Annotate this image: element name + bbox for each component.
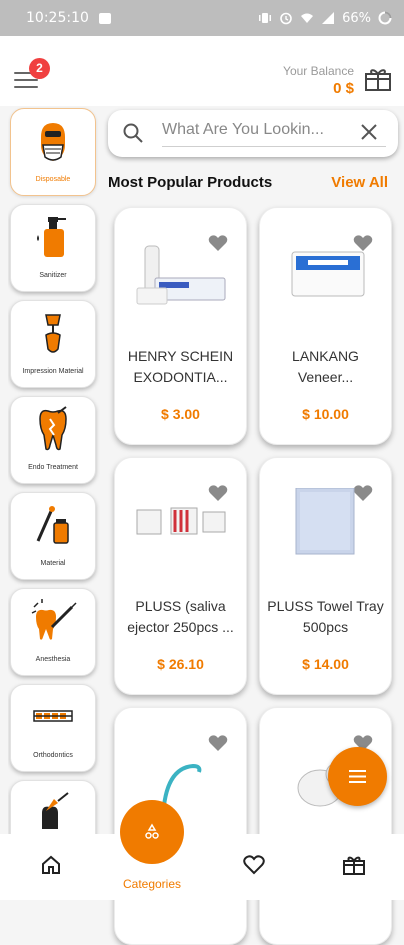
categories-button[interactable] bbox=[120, 800, 184, 864]
tooth-icon bbox=[39, 406, 67, 451]
menu-fab-button[interactable] bbox=[328, 747, 387, 806]
impression-icon bbox=[45, 314, 61, 353]
product-price: $ 14.00 bbox=[302, 656, 349, 672]
sanitizer-icon bbox=[37, 217, 66, 257]
product-price: $ 10.00 bbox=[302, 406, 349, 422]
product-image bbox=[136, 245, 226, 305]
close-icon[interactable] bbox=[360, 123, 378, 141]
product-price: $ 26.10 bbox=[157, 656, 204, 672]
product-price: $ 3.00 bbox=[161, 406, 200, 422]
gift-icon[interactable] bbox=[364, 66, 392, 92]
product-name: PLUSS Towel Tray 500pcs bbox=[267, 598, 384, 635]
battery-percent: 66% bbox=[342, 10, 371, 26]
gift-icon[interactable] bbox=[342, 854, 366, 876]
search-bar bbox=[108, 110, 398, 157]
search-icon[interactable] bbox=[122, 122, 144, 144]
product-card[interactable]: PLUSS (saliva ejector 250pcs ... $ 26.10 bbox=[114, 457, 247, 695]
product-card[interactable]: PLUSS Towel Tray 500pcs $ 14.00 bbox=[259, 457, 392, 695]
category-label: Disposable bbox=[35, 176, 71, 183]
categories-label[interactable]: Categories bbox=[120, 877, 184, 891]
tooth-tool-icon bbox=[42, 792, 69, 829]
search-input[interactable] bbox=[162, 116, 350, 144]
category-endo-treatment[interactable]: Endo Treatment bbox=[10, 396, 96, 484]
vibrate-icon bbox=[259, 13, 272, 23]
material-icon bbox=[36, 506, 69, 544]
product-name: HENRY SCHEIN EXODONTIA... bbox=[127, 348, 234, 385]
category-orthodontics[interactable]: Orthodontics bbox=[10, 684, 96, 772]
syringe-icon bbox=[31, 599, 77, 640]
categories-icon bbox=[145, 823, 159, 839]
balance-label: Your Balance bbox=[283, 64, 354, 78]
braces-icon bbox=[33, 710, 73, 722]
list-icon bbox=[349, 770, 366, 783]
category-label: Sanitizer bbox=[39, 272, 67, 279]
status-time: 10:25:10 bbox=[26, 10, 89, 26]
status-bar: 10:25:10 66% bbox=[0, 0, 404, 36]
category-anesthesia[interactable]: Anesthesia bbox=[10, 588, 96, 676]
category-label: Endo Treatment bbox=[28, 464, 78, 471]
balance-value: 0 $ bbox=[333, 80, 354, 97]
product-card[interactable] bbox=[259, 707, 392, 945]
category-label: Material bbox=[40, 560, 66, 567]
category-disposable[interactable]: Disposable bbox=[10, 108, 96, 196]
product-image bbox=[291, 251, 365, 297]
section-title: Most Popular Products bbox=[108, 174, 273, 191]
category-label: Anesthesia bbox=[35, 656, 71, 663]
signal-icon bbox=[322, 12, 335, 24]
category-tooth-tool[interactable] bbox=[10, 780, 96, 834]
image-notification-icon bbox=[98, 12, 111, 24]
category-sidebar[interactable]: Disposable Sanitizer Impression Material… bbox=[8, 106, 100, 834]
product-name: PLUSS (saliva ejector 250pcs ... bbox=[127, 598, 234, 635]
category-material[interactable]: Material bbox=[10, 492, 96, 580]
product-image bbox=[295, 488, 355, 555]
bottom-navigation bbox=[0, 834, 404, 900]
mask-icon bbox=[41, 123, 65, 161]
category-label: Impression Material bbox=[22, 368, 84, 375]
search-underline bbox=[162, 146, 386, 147]
product-name: LANKANG Veneer... bbox=[292, 348, 359, 385]
product-image bbox=[136, 507, 226, 535]
alarm-icon bbox=[280, 12, 292, 25]
heart-icon[interactable] bbox=[242, 854, 266, 876]
home-icon[interactable] bbox=[40, 854, 62, 876]
product-card[interactable]: LANKANG Veneer... $ 10.00 bbox=[259, 207, 392, 445]
category-sanitizer[interactable]: Sanitizer bbox=[10, 204, 96, 292]
category-impression-material[interactable]: Impression Material bbox=[10, 300, 96, 388]
product-card[interactable]: HENRY SCHEIN EXODONTIA... $ 3.00 bbox=[114, 207, 247, 445]
category-label: Orthodontics bbox=[33, 752, 73, 759]
wifi-icon bbox=[301, 13, 314, 23]
battery-icon bbox=[378, 11, 392, 25]
view-all-link[interactable]: View All bbox=[331, 174, 388, 191]
notification-badge: 2 bbox=[29, 58, 50, 79]
